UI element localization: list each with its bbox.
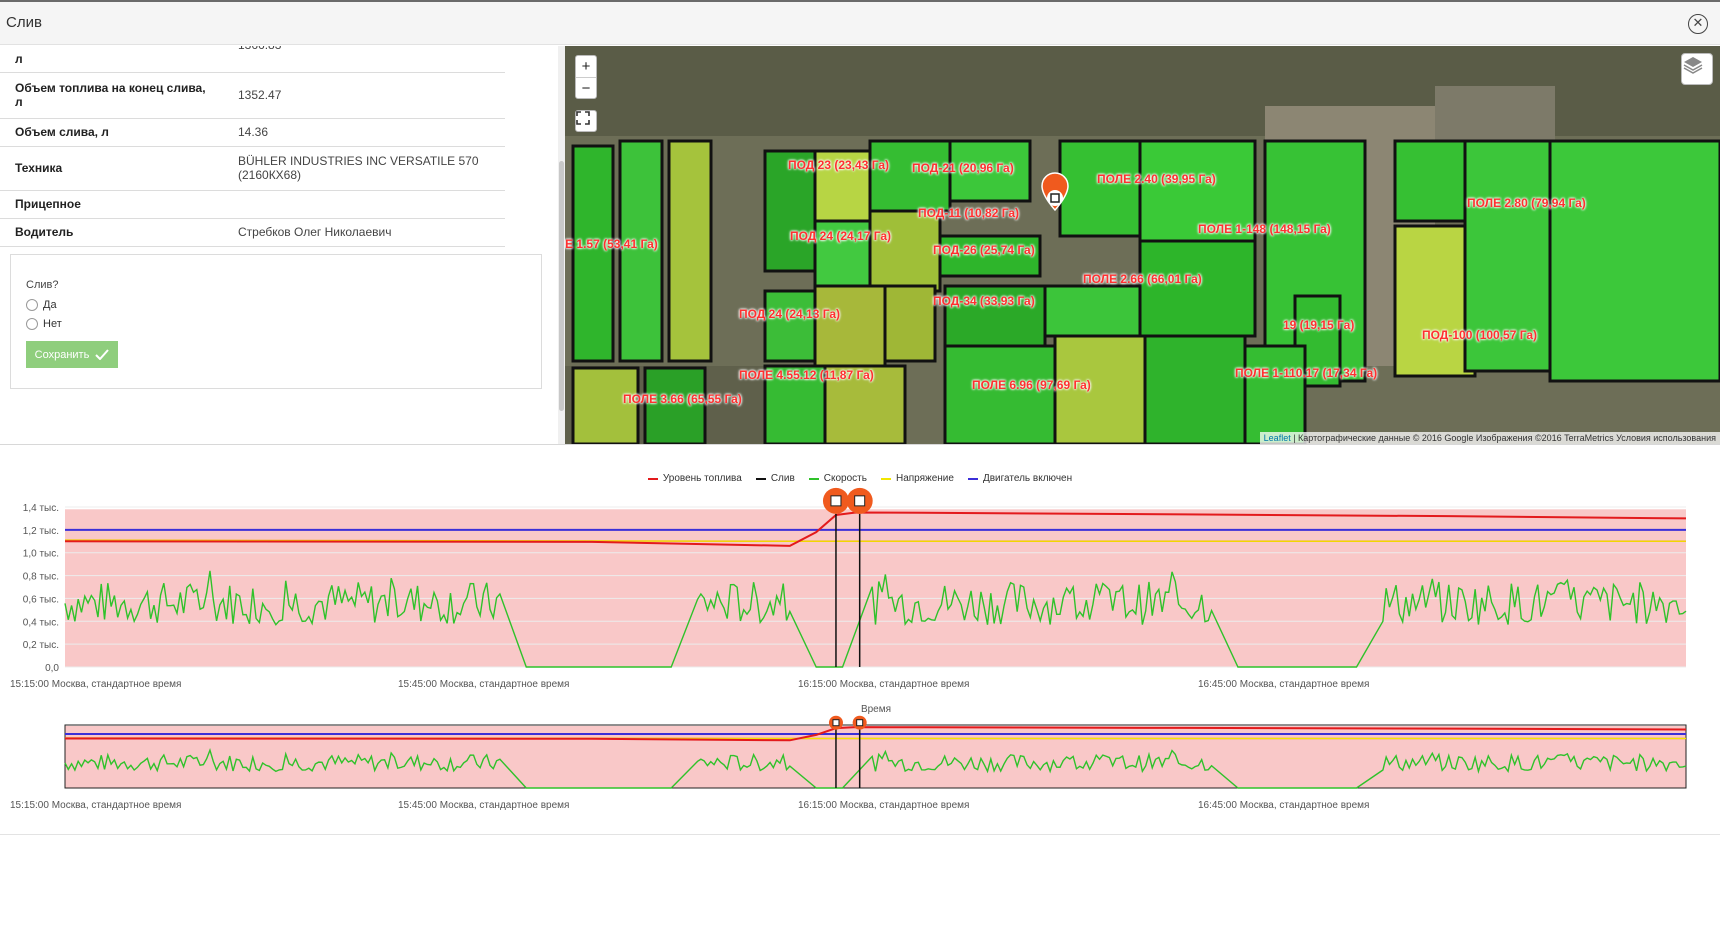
x-tick-label: 15:15:00 Москва, стандартное время [10, 679, 181, 690]
dialog-title: Слив [6, 14, 42, 31]
field-label[interactable]: ПОЛЕ 6.96 (97,69 Га) [972, 378, 1091, 392]
fuel-drain-icon [856, 719, 864, 727]
y-tick-label: 1,2 тыс. [23, 526, 59, 537]
field-label[interactable]: ПОД-11 (10,82 Га) [918, 206, 1019, 220]
radio-circle-icon[interactable] [26, 318, 38, 330]
y-tick-label: 0,8 тыс. [23, 572, 59, 583]
field-label[interactable]: ПОД 24 (24,13 Га) [739, 307, 840, 321]
details-panel: л 1366.83 Объем топлива на конец слива, … [0, 46, 565, 444]
row-value: 1352.47 [223, 72, 505, 119]
x-tick-label: 15:15:00 Москва, стандартное время [10, 800, 181, 811]
attribution-text: | Картографические данные © 2016 Google … [1293, 433, 1716, 443]
field-label[interactable]: ПОД 23 (23,43 Га) [788, 158, 889, 172]
y-tick-label: 0,0 [45, 663, 59, 674]
panel-scrollbar[interactable] [558, 46, 565, 444]
layers-icon[interactable] [1681, 53, 1713, 85]
table-row: Прицепное [0, 190, 505, 219]
row-value: Стребков Олег Николаевич [223, 218, 505, 247]
x-tick-label: 16:45:00 Москва, стандартное время [1198, 800, 1369, 811]
field-label[interactable]: ПОД-26 (25,74 Га) [933, 243, 1035, 257]
table-row: Техника BÜHLER INDUSTRIES INC VERSATILE … [0, 146, 505, 191]
row-key: л [0, 46, 223, 73]
row-value [223, 190, 505, 219]
close-icon[interactable]: ✕ [1688, 14, 1708, 34]
y-tick-label: 1,0 тыс. [23, 549, 59, 560]
table-row: Водитель Стребков Олег Николаевич [0, 218, 505, 247]
y-tick-label: 0,6 тыс. [23, 594, 59, 605]
x-tick-label: 16:45:00 Москва, стандартное время [1198, 679, 1369, 690]
bottom-divider [0, 834, 1720, 835]
table-row: л 1366.83 [0, 46, 505, 73]
zoom-control: + − [575, 55, 597, 99]
dialog-titlebar: Слив ✕ [0, 2, 1720, 45]
row-key: Объем слива, л [0, 118, 223, 147]
row-key: Объем топлива на конец слива, л [0, 72, 223, 119]
field-label[interactable]: ПОД-21 (20,96 Га) [912, 161, 1014, 175]
save-button-label: Сохранить [34, 348, 90, 361]
x-tick-label: 16:15:00 Москва, стандартное время [798, 800, 969, 811]
row-key: Прицепное [0, 190, 223, 219]
drain-confirm-form: Слив? Да Нет Сохранить [10, 254, 542, 389]
fullscreen-icon[interactable] [575, 110, 597, 132]
radio-no[interactable]: Нет [26, 318, 62, 330]
nav-fill-area [65, 725, 1686, 788]
row-value: 1366.83 [223, 46, 505, 73]
leaflet-link[interactable]: Leaflet [1264, 433, 1291, 443]
row-key: Техника [0, 146, 223, 191]
field-label[interactable]: ПОЛЕ 1-148 (148,15 Га) [1198, 222, 1331, 236]
field-label[interactable]: ПОД-34 (33,93 Га) [933, 294, 1035, 308]
y-tick-label: 0,4 тыс. [23, 617, 59, 628]
fuel-chart: Уровень топлива Слив Скорость Напряжение… [0, 444, 1720, 835]
map-fields-layer [565, 46, 1720, 444]
satellite-map[interactable]: ПОД 23 (23,43 Га) ПОД-21 (20,96 Га) ПОЛЕ… [565, 46, 1720, 444]
table-row: Объем слива, л 14.36 [0, 118, 505, 147]
field-label[interactable]: ПОД-100 (100,57 Га) [1422, 328, 1537, 342]
field-label[interactable]: ПОЛЕ 2.80 (79,94 Га) [1467, 196, 1586, 210]
zoom-in-button[interactable]: + [576, 56, 596, 78]
radio-no-label: Нет [43, 318, 62, 330]
chart-canvas[interactable]: 1,4 тыс. 1,2 тыс. 1,0 тыс. 0,8 тыс. 0,6 тыс.… [0, 445, 1720, 835]
y-tick-label: 1,4 тыс. [23, 503, 59, 514]
table-row: Объем топлива на конец слива, л 1352.47 [0, 72, 505, 119]
save-button[interactable]: Сохранить [26, 341, 118, 368]
y-tick-label: 0,2 тыс. [23, 640, 59, 651]
row-key: Водитель [0, 218, 223, 247]
radio-yes-label: Да [43, 299, 57, 311]
scrollbar-thumb[interactable] [559, 161, 564, 411]
zoom-out-button[interactable]: − [576, 78, 596, 99]
x-tick-label: 15:45:00 Москва, стандартное время [398, 800, 569, 811]
field-label[interactable]: ПОЛЕ 3.66 (65,55 Га) [623, 392, 742, 406]
row-value: 14.36 [223, 118, 505, 147]
form-question: Слив? [26, 279, 59, 291]
x-tick-label: 16:15:00 Москва, стандартное время [798, 679, 969, 690]
fuel-drain-icon [854, 495, 866, 507]
x-axis-title: Время [861, 704, 891, 715]
row-value: BÜHLER INDUSTRIES INC VERSATILE 570 (216… [223, 146, 505, 191]
field-label[interactable]: 19 (19,15 Га) [1283, 318, 1354, 332]
radio-yes[interactable]: Да [26, 299, 57, 311]
field-label[interactable]: ПОЛЕ 1.57 (53,41 Га) [565, 237, 658, 251]
map-attribution: Leaflet | Картографические данные © 2016… [1259, 432, 1720, 444]
fuel-drain-icon [832, 719, 840, 727]
radio-circle-icon[interactable] [26, 299, 38, 311]
field-label[interactable]: ПОЛЕ 4.55.12 (11,87 Га) [739, 368, 874, 382]
field-label[interactable]: ПОЛЕ 2.66 (66,01 Га) [1083, 272, 1202, 286]
field-label[interactable]: ПОЛЕ 1-110.17 (17,34 Га) [1235, 366, 1377, 380]
checkmark-icon [95, 349, 110, 360]
field-label[interactable]: ПОД 24 (24,17 Га) [790, 229, 891, 243]
drain-info-table: л 1366.83 Объем топлива на конец слива, … [0, 46, 505, 247]
field-label[interactable]: ПОЛЕ 2.40 (39,95 Га) [1097, 172, 1216, 186]
fuel-drain-icon [830, 495, 842, 507]
x-tick-label: 15:45:00 Москва, стандартное время [398, 679, 569, 690]
main-fill-area [65, 509, 1686, 667]
